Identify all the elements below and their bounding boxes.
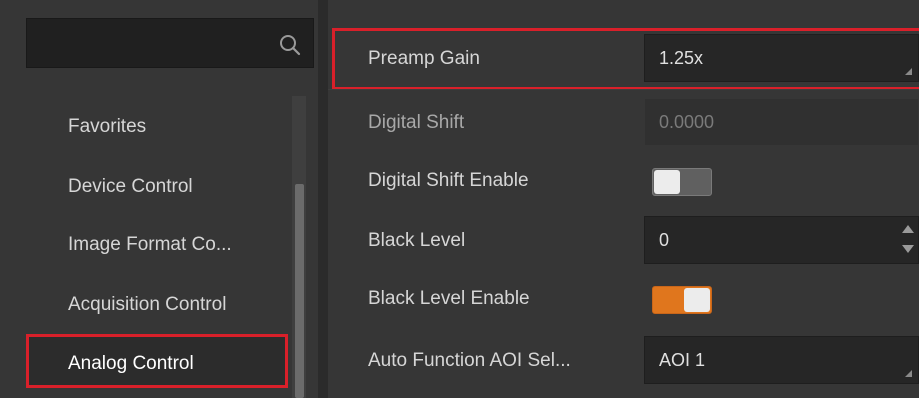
- feature-tree-pane: Favorites Device Control Image Format Co…: [0, 0, 318, 398]
- property-row-digital-shift: Digital Shift 0.0000: [328, 92, 919, 154]
- property-label: Auto Function AOI Sel...: [368, 350, 571, 371]
- property-row-black-level-enable: Black Level Enable: [328, 268, 919, 330]
- property-label: Digital Shift: [368, 112, 465, 133]
- nav-item-analog-control[interactable]: Analog Control: [26, 334, 288, 388]
- property-grid: Preamp Gain 1.25x Digital Shift 0.0000 D…: [328, 0, 919, 398]
- row-divider: [328, 89, 919, 90]
- dropdown-grip-icon: [905, 68, 912, 75]
- nav-item-image-format-control[interactable]: Image Format Co...: [26, 218, 288, 272]
- property-value: 1.25x: [659, 48, 704, 68]
- property-row-black-level: Black Level 0: [328, 210, 919, 272]
- nav-item-acquisition-control[interactable]: Acquisition Control: [26, 278, 288, 332]
- nav-scrollbar-thumb[interactable]: [295, 184, 304, 398]
- black-level-enable-toggle[interactable]: [652, 286, 712, 314]
- auto-function-aoi-combobox[interactable]: AOI 1: [644, 336, 919, 384]
- property-label: Digital Shift Enable: [368, 170, 529, 191]
- nav-item-favorites[interactable]: Favorites: [26, 100, 288, 154]
- spin-buttons[interactable]: [902, 223, 914, 257]
- nav-item-device-control[interactable]: Device Control: [26, 160, 288, 214]
- pane-splitter[interactable]: [318, 0, 328, 398]
- search-icon[interactable]: [277, 32, 303, 58]
- digital-shift-field: 0.0000: [644, 98, 919, 146]
- toggle-knob: [684, 288, 710, 312]
- property-row-auto-function-aoi-selector: Auto Function AOI Sel... AOI 1: [328, 330, 919, 392]
- property-label: Black Level Enable: [368, 288, 530, 309]
- search-input[interactable]: [37, 29, 261, 59]
- spin-up-icon[interactable]: [902, 225, 914, 233]
- digital-shift-enable-toggle[interactable]: [652, 168, 712, 196]
- property-value: 0: [659, 230, 670, 250]
- dropdown-grip-icon: [905, 370, 912, 377]
- black-level-spinbox[interactable]: 0: [644, 216, 919, 264]
- property-row-preamp-gain: Preamp Gain 1.25x: [328, 28, 919, 90]
- toggle-knob: [654, 170, 680, 194]
- property-label: Black Level: [368, 230, 466, 251]
- property-value: 0.0000: [659, 112, 715, 132]
- property-label: Preamp Gain: [368, 48, 480, 69]
- property-value: AOI 1: [659, 350, 706, 370]
- preamp-gain-combobox[interactable]: 1.25x: [644, 34, 919, 82]
- spin-down-icon[interactable]: [902, 245, 914, 253]
- search-box: [26, 18, 314, 68]
- property-row-digital-shift-enable: Digital Shift Enable: [328, 150, 919, 212]
